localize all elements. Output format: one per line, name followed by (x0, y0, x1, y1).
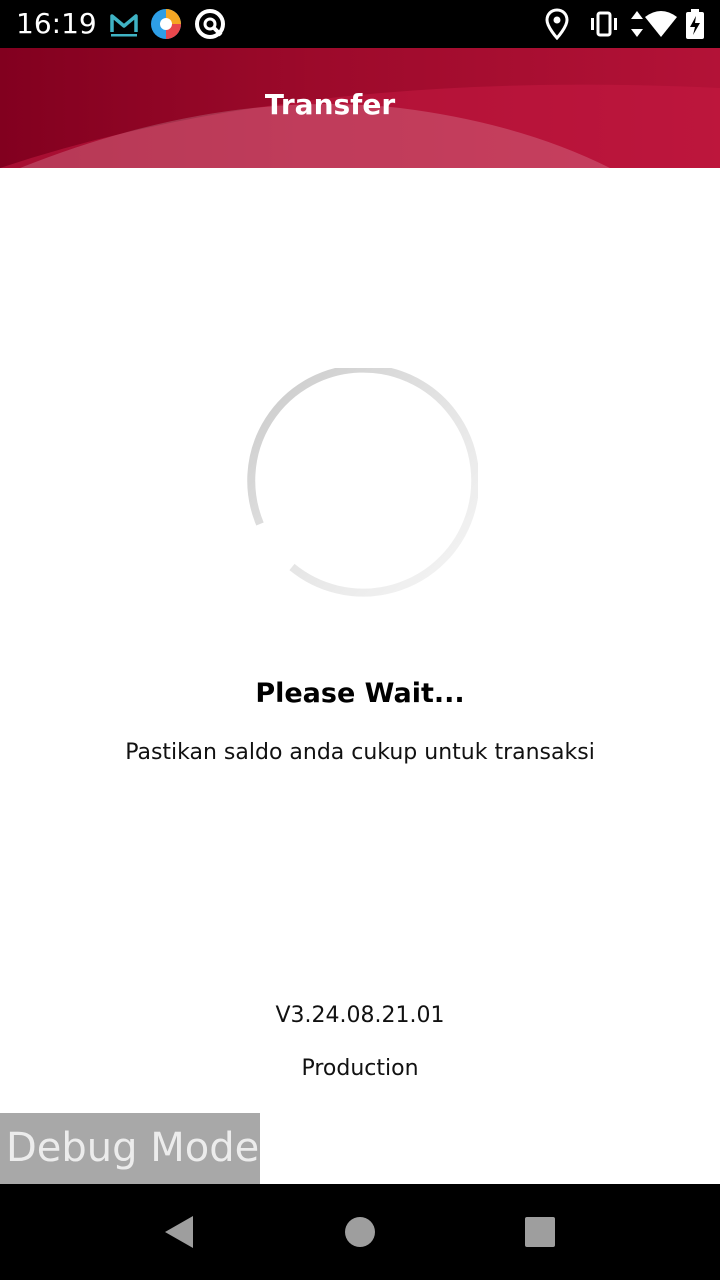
please-wait-title: Please Wait... (255, 678, 465, 709)
balance-notice-text: Pastikan saldo anda cukup untuk transaks… (125, 740, 595, 765)
location-icon (545, 8, 569, 40)
data-arrows-icon (630, 8, 644, 40)
app-q-icon (194, 8, 226, 40)
status-bar: 16:19 (0, 0, 720, 48)
status-time: 16:19 (16, 7, 97, 40)
wifi-icon (644, 8, 678, 40)
recents-icon[interactable] (520, 1212, 560, 1252)
app-version: V3.24.08.21.01 (275, 1003, 445, 1028)
back-icon[interactable] (160, 1212, 200, 1252)
app-header: Transfer (0, 48, 720, 168)
browser-icon (150, 8, 182, 40)
page-title: Transfer (264, 88, 396, 121)
home-icon[interactable] (340, 1212, 380, 1252)
vibrate-icon (588, 8, 620, 40)
loading-spinner (242, 364, 480, 609)
debug-mode-label: Debug Mode (6, 1125, 260, 1171)
debug-mode-badge: Debug Mode (0, 1113, 260, 1184)
environment-label: Production (301, 1056, 419, 1081)
battery-charging-icon (684, 8, 706, 40)
navigation-bar (0, 1184, 720, 1280)
gmail-icon (110, 8, 138, 40)
